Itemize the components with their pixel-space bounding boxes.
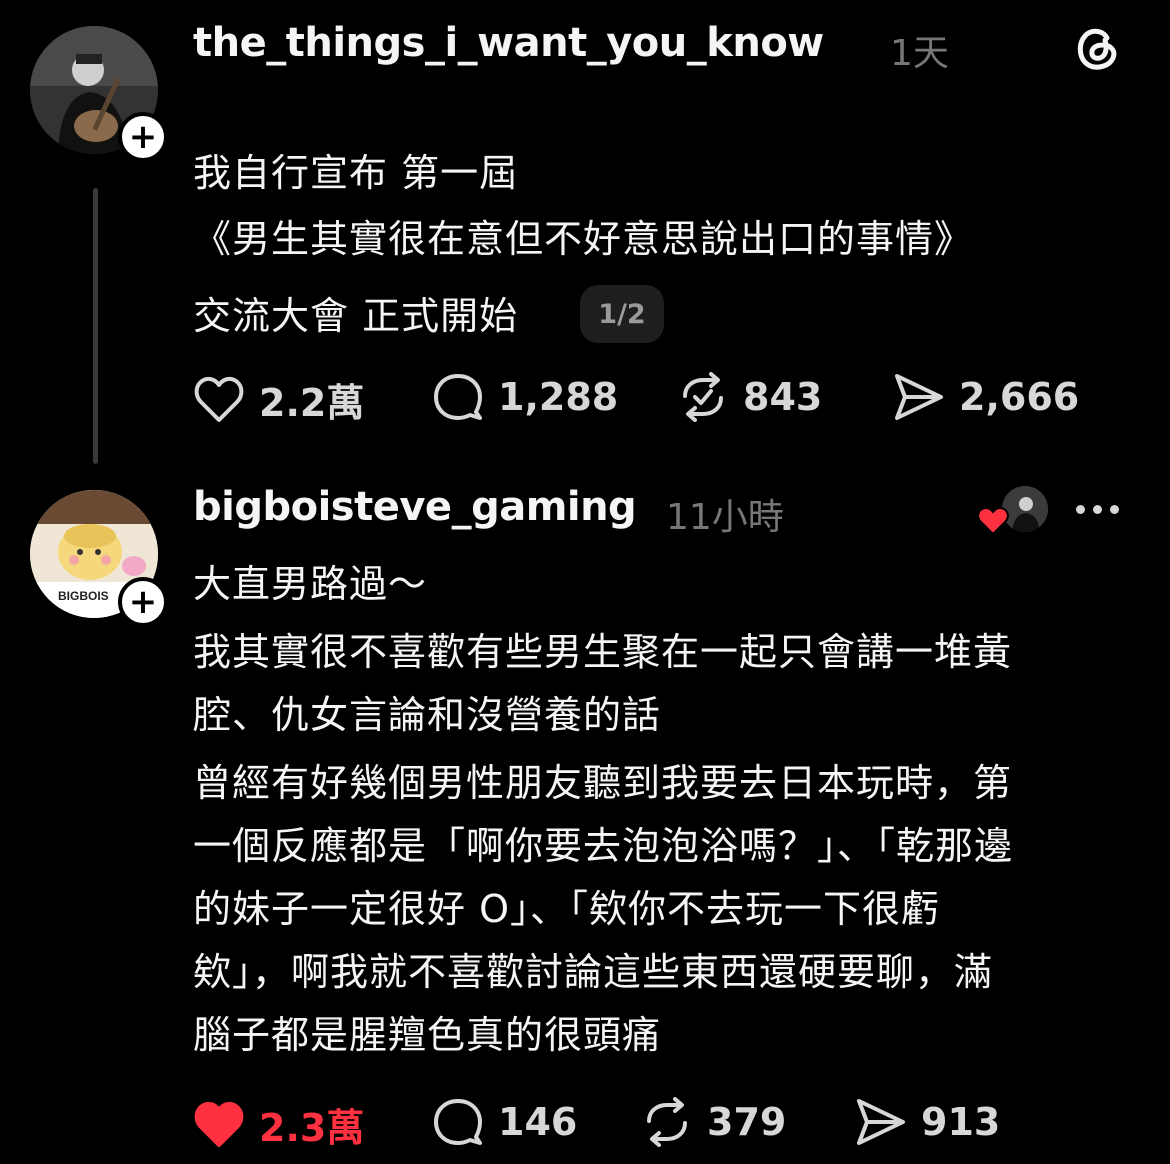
send-icon <box>857 1099 905 1145</box>
follow-button[interactable]: + <box>118 577 168 627</box>
share-count: 2,666 <box>959 375 1080 419</box>
timestamp: 1天 <box>890 33 949 74</box>
ellipsis-dot <box>1110 505 1119 514</box>
ellipsis-dot <box>1093 505 1102 514</box>
post-text-line: 的妹子一定很好 O」、「欸你不去玩一下很虧 <box>193 887 940 931</box>
heart-icon <box>194 376 244 422</box>
post-text-line: 我其實很不喜歡有些男生聚在一起只會講一堆黃 <box>193 630 1013 674</box>
like-button[interactable]: 2.2萬 <box>193 372 364 427</box>
page-indicator: 1/2 <box>580 285 664 343</box>
like-button[interactable]: 2.3萬 <box>193 1097 364 1152</box>
username[interactable]: the_things_i_want_you_know <box>193 20 824 66</box>
reply-count: 1,288 <box>498 375 619 419</box>
avatar-text: BIGBOIS <box>58 589 109 603</box>
ellipsis-icon <box>1076 505 1085 514</box>
share-button[interactable]: 913 <box>855 1097 1000 1147</box>
repost-icon <box>683 372 723 422</box>
thread-connector-line <box>93 188 98 464</box>
post-text-line: 腔、仇女言論和沒營養的話 <box>193 693 662 737</box>
post-text-line: 曾經有好幾個男性朋友聽到我要去日本玩時，第 <box>193 761 1013 805</box>
share-count: 913 <box>921 1100 1001 1144</box>
post-text-line: 《男生其實很在意但不好意思說出口的事情》 <box>193 217 974 261</box>
post-text-line: 一個反應都是「啊你要去泡泡浴嗎？」、「乾那邊 <box>193 824 1014 868</box>
plus-icon: + <box>128 582 158 622</box>
send-icon <box>895 374 943 420</box>
speech-bubble-icon <box>434 1099 482 1145</box>
post-text-line: 大直男路過～ <box>193 562 428 606</box>
repost-count: 843 <box>743 375 823 419</box>
speech-bubble-icon <box>434 374 482 420</box>
post-text-line: 交流大會 正式開始 <box>193 294 519 338</box>
reply-button[interactable]: 1,288 <box>432 372 618 422</box>
share-button[interactable]: 2,666 <box>893 372 1079 422</box>
post-text-line: 腦子都是腥羶色真的很頭痛 <box>193 1013 662 1057</box>
like-count: 2.3萬 <box>259 1106 365 1150</box>
timestamp: 11小時 <box>666 497 784 538</box>
post-text-line: 我自行宣布 第一屆 <box>193 151 519 195</box>
more-options-button[interactable] <box>1076 505 1119 514</box>
repost-count: 379 <box>707 1100 787 1144</box>
follow-button[interactable]: + <box>118 112 168 162</box>
repost-button[interactable]: 379 <box>641 1097 786 1147</box>
like-count: 2.2萬 <box>259 381 365 425</box>
reply-count: 146 <box>498 1100 578 1144</box>
repost-icon <box>647 1097 687 1147</box>
reply-button[interactable]: 146 <box>432 1097 577 1147</box>
heart-badge-icon <box>976 506 1010 540</box>
threads-logo-icon[interactable] <box>1073 24 1121 76</box>
username[interactable]: bigboisteve_gaming <box>193 484 637 530</box>
heart-icon <box>194 1101 244 1147</box>
repost-button[interactable]: 843 <box>677 372 822 422</box>
plus-icon: + <box>128 117 158 157</box>
post-text-line: 欸」，啊我就不喜歡討論這些東西還硬要聊，滿 <box>193 950 994 994</box>
